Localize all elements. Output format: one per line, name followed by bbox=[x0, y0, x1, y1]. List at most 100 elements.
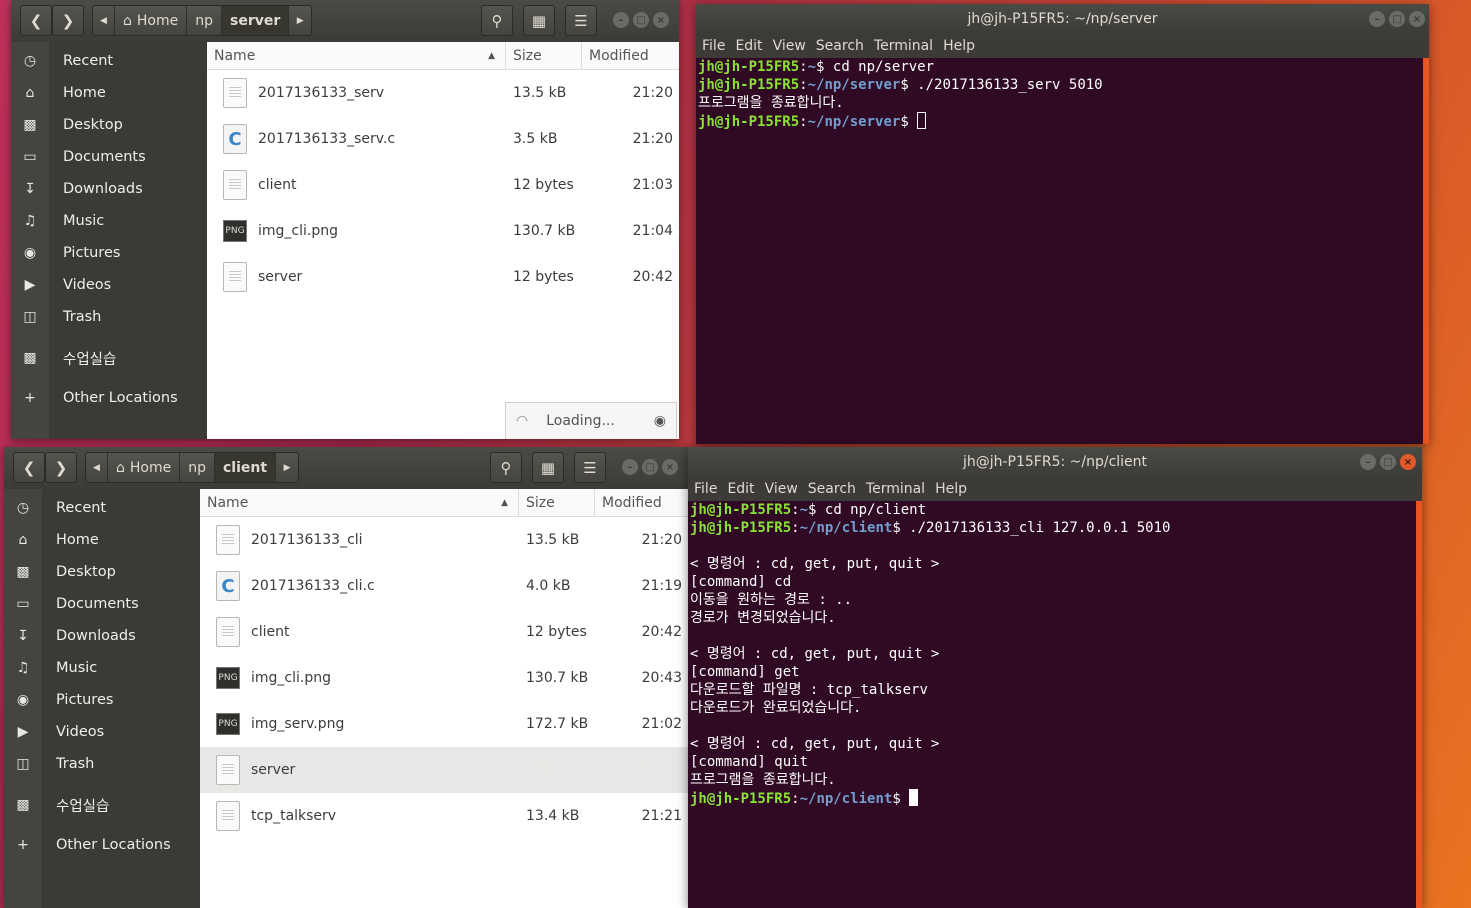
file-modified: 20:42 bbox=[641, 624, 682, 640]
maximize-button[interactable]: □ bbox=[642, 459, 658, 475]
name-column-header[interactable]: Name ▲ bbox=[200, 489, 519, 516]
forward-button[interactable]: ❯ bbox=[52, 5, 84, 36]
menu-item-edit[interactable]: Edit bbox=[735, 38, 762, 54]
path-left-arrow-icon[interactable]: ◀ bbox=[86, 453, 108, 482]
terminal-client-window: jh@jh-P15FR5: ~/np/client – □ × File Edit… bbox=[688, 447, 1422, 908]
modified-column-header[interactable]: Modified bbox=[595, 489, 688, 516]
sidebar-item-downloads[interactable]: ↧ Downloads bbox=[4, 620, 200, 652]
file-row[interactable]: client 12 bytes 21:03 bbox=[207, 162, 679, 208]
sidebar-item-documents[interactable]: ▭ Documents bbox=[4, 588, 200, 620]
minimize-button[interactable]: – bbox=[613, 12, 629, 28]
terminal-output[interactable]: jh@jh-P15FR5:~$ cd np/client jh@jh-P15FR5… bbox=[688, 501, 1422, 908]
minimize-button[interactable]: – bbox=[622, 459, 638, 475]
sidebar-item-desktop[interactable]: ▩ Desktop bbox=[4, 556, 200, 588]
file-row[interactable]: tcp_talkserv 13.4 kB 21:21 bbox=[200, 793, 688, 839]
text-cursor bbox=[909, 789, 919, 806]
forward-button[interactable]: ❯ bbox=[45, 452, 77, 483]
sidebar-item-documents[interactable]: ▭ Documents bbox=[11, 141, 207, 173]
menu-item-search[interactable]: Search bbox=[808, 481, 856, 497]
size-column-header[interactable]: Size bbox=[519, 489, 595, 516]
sidebar-item-bookmark[interactable]: ▩ 수업실습 bbox=[4, 789, 200, 821]
text-cursor bbox=[917, 112, 927, 129]
path-np-button[interactable]: np bbox=[187, 6, 222, 35]
path-server-button[interactable]: server bbox=[222, 6, 290, 35]
path-left-arrow-icon[interactable]: ◀ bbox=[93, 6, 115, 35]
home-icon: ⌂ bbox=[123, 12, 132, 29]
path-np-button[interactable]: np bbox=[180, 453, 215, 482]
menu-item-file[interactable]: File bbox=[694, 481, 717, 497]
sidebar-item-recent[interactable]: ◷ Recent bbox=[4, 492, 200, 524]
back-button[interactable]: ❮ bbox=[13, 452, 45, 483]
file-row[interactable]: client 12 bytes 20:42 bbox=[200, 609, 688, 655]
menu-item-terminal[interactable]: Terminal bbox=[874, 38, 933, 54]
maximize-button[interactable]: □ bbox=[1389, 11, 1405, 27]
view-toggle-button[interactable]: ▦ bbox=[532, 452, 564, 483]
sidebar-item-other-locations[interactable]: + Other Locations bbox=[11, 382, 207, 414]
sidebar-item-trash[interactable]: ◫ Trash bbox=[11, 301, 207, 333]
path-home-button[interactable]: ⌂ Home bbox=[108, 453, 181, 482]
menu-item-file[interactable]: File bbox=[702, 38, 725, 54]
menu-item-terminal[interactable]: Terminal bbox=[866, 481, 925, 497]
menu-item-help[interactable]: Help bbox=[943, 38, 975, 54]
terminal-output[interactable]: jh@jh-P15FR5:~$ cd np/server jh@jh-P15FR5… bbox=[696, 58, 1429, 444]
menu-button[interactable]: ☰ bbox=[565, 5, 597, 36]
file-size: 130.7 kB bbox=[526, 670, 589, 686]
close-button[interactable]: × bbox=[653, 12, 669, 28]
file-row[interactable]: 2017136133_serv 13.5 kB 21:20 bbox=[207, 70, 679, 116]
file-modified: 21:20 bbox=[641, 532, 682, 548]
sidebar-item-music[interactable]: ♫ Music bbox=[4, 652, 200, 684]
modified-column-header[interactable]: Modified bbox=[582, 42, 679, 69]
minimize-button[interactable]: – bbox=[1369, 11, 1385, 27]
path-home-button[interactable]: ⌂ Home bbox=[115, 6, 188, 35]
file-size: 12 bytes bbox=[526, 762, 587, 778]
sidebar-item-trash[interactable]: ◫ Trash bbox=[4, 748, 200, 780]
file-row[interactable]: PNG img_cli.png 130.7 kB 20:43 bbox=[200, 655, 688, 701]
file-row[interactable]: server 12 bytes 20:42 bbox=[207, 254, 679, 300]
menu-item-view[interactable]: View bbox=[765, 481, 798, 497]
file-row[interactable]: C 2017136133_cli.c 4.0 kB 21:19 bbox=[200, 563, 688, 609]
maximize-button[interactable]: □ bbox=[1380, 454, 1396, 470]
back-button[interactable]: ❮ bbox=[20, 5, 52, 36]
menu-item-help[interactable]: Help bbox=[935, 481, 967, 497]
command-text: $ cd np/server bbox=[816, 59, 935, 75]
name-column-header[interactable]: Name ▲ bbox=[207, 42, 506, 69]
file-row[interactable]: 2017136133_cli 13.5 kB 21:20 bbox=[200, 517, 688, 563]
size-column-header[interactable]: Size bbox=[506, 42, 582, 69]
file-row[interactable]: server 12 bytes 21:00 bbox=[200, 747, 688, 793]
sidebar-item-downloads[interactable]: ↧ Downloads bbox=[11, 173, 207, 205]
sidebar-item-desktop[interactable]: ▩ Desktop bbox=[11, 109, 207, 141]
grid-icon: ▦ bbox=[531, 11, 547, 30]
file-row[interactable]: PNG img_cli.png 130.7 kB 21:04 bbox=[207, 208, 679, 254]
path-right-arrow-icon[interactable]: ▶ bbox=[289, 6, 311, 35]
sidebar-item-other-locations[interactable]: + Other Locations bbox=[4, 829, 200, 861]
close-button[interactable]: × bbox=[662, 459, 678, 475]
search-button[interactable]: ⚲ bbox=[490, 452, 522, 483]
minimize-button[interactable]: – bbox=[1360, 454, 1376, 470]
sidebar-item-home[interactable]: ⌂ Home bbox=[4, 524, 200, 556]
maximize-button[interactable]: □ bbox=[633, 12, 649, 28]
sidebar-item-pictures[interactable]: ◉ Pictures bbox=[11, 237, 207, 269]
menu-item-search[interactable]: Search bbox=[816, 38, 864, 54]
stop-icon[interactable]: ◉ bbox=[654, 413, 666, 429]
menu-item-edit[interactable]: Edit bbox=[727, 481, 754, 497]
file-manager-server-window: ❮ ❯ ◀ ⌂ Home np server ▶ ⚲ ▦ ☰ – □ × ◷ Rec… bbox=[11, 0, 679, 439]
view-toggle-button[interactable]: ▦ bbox=[523, 5, 555, 36]
close-button[interactable]: × bbox=[1400, 454, 1416, 470]
sidebar-item-bookmark[interactable]: ▩ 수업실습 bbox=[11, 342, 207, 374]
search-button[interactable]: ⚲ bbox=[481, 5, 513, 36]
path-right-arrow-icon[interactable]: ▶ bbox=[276, 453, 298, 482]
path-client-button[interactable]: client bbox=[215, 453, 277, 482]
sidebar-item-videos[interactable]: ▶ Videos bbox=[4, 716, 200, 748]
sidebar-item-home[interactable]: ⌂ Home bbox=[11, 77, 207, 109]
file-row[interactable]: PNG img_serv.png 172.7 kB 21:02 bbox=[200, 701, 688, 747]
sidebar-item-videos[interactable]: ▶ Videos bbox=[11, 269, 207, 301]
scrollbar[interactable] bbox=[1423, 58, 1429, 444]
scrollbar[interactable] bbox=[1416, 501, 1422, 908]
sidebar-item-music[interactable]: ♫ Music bbox=[11, 205, 207, 237]
menu-button[interactable]: ☰ bbox=[574, 452, 606, 483]
close-button[interactable]: × bbox=[1409, 11, 1425, 27]
sidebar-item-pictures[interactable]: ◉ Pictures bbox=[4, 684, 200, 716]
file-row[interactable]: C 2017136133_serv.c 3.5 kB 21:20 bbox=[207, 116, 679, 162]
menu-item-view[interactable]: View bbox=[773, 38, 806, 54]
sidebar-item-recent[interactable]: ◷ Recent bbox=[11, 45, 207, 77]
